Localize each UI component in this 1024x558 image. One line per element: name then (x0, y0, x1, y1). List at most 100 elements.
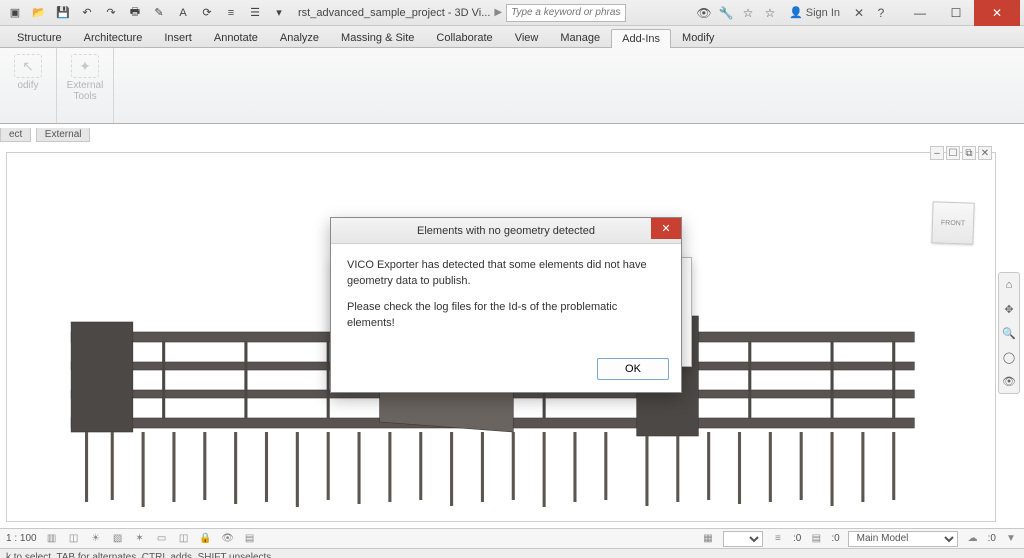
sign-in-label: Sign In (806, 7, 840, 19)
lock-icon[interactable]: 🔒 (199, 532, 213, 546)
tab-annotate[interactable]: Annotate (203, 28, 269, 47)
exchange-icon[interactable]: ✕ (850, 4, 868, 22)
star-icon[interactable]: ☆ (739, 4, 757, 22)
view-max-icon[interactable]: ☐ (946, 146, 960, 160)
external-tools-button[interactable]: ✦ External Tools (65, 52, 105, 102)
titlebar-right: 👁 🔧 ☆ ☆ 👤Sign In ✕ ? — ☐ ✕ (695, 0, 1024, 26)
quick-access-toolbar: ▣ 📂 💾 ↶ ↷ 🖶 ✎ A ⟳ ≡ ☰ ▾ (0, 3, 290, 23)
tab-architecture[interactable]: Architecture (73, 28, 154, 47)
app-menu-icon[interactable]: ▣ (4, 3, 26, 23)
visual-style-icon[interactable]: ◫ (67, 532, 81, 546)
message-dialog: Elements with no geometry detected ✕ VIC… (330, 217, 682, 393)
binoculars-icon[interactable]: 👁 (695, 4, 713, 22)
ribbon-tabs: Structure Architecture Insert Annotate A… (0, 26, 1024, 48)
external-tools-label: External Tools (67, 80, 104, 102)
tab-modify[interactable]: Modify (671, 28, 725, 47)
help-icon[interactable]: ? (872, 4, 890, 22)
ribbon-group-modify: ↖ odify (0, 48, 57, 123)
view-cascade-icon[interactable]: ⧉ (962, 146, 976, 160)
tab-view[interactable]: View (504, 28, 550, 47)
panel-label-select: ect (0, 128, 31, 142)
external-tools-icon: ✦ (71, 54, 99, 78)
qat-drop-icon[interactable]: ▾ (268, 3, 290, 23)
scale-label[interactable]: 1 : 100 (6, 533, 37, 544)
favorite-icon[interactable]: ☆ (761, 4, 779, 22)
tab-manage[interactable]: Manage (549, 28, 611, 47)
user-icon: 👤 (789, 6, 803, 19)
view-control-bar: 1 : 100 ▥ ◫ ☀ ▧ ✶ ▭ ◫ 🔒 👁 ▤ ▦ ≡ :0 ▤ :0 … (0, 528, 1024, 548)
print-icon[interactable]: 🖶 (124, 3, 146, 23)
select-links-icon[interactable]: ▦ (701, 532, 715, 546)
home-icon[interactable]: ⌂ (1001, 277, 1017, 293)
sync-icon[interactable]: ⟳ (196, 3, 218, 23)
orbit-icon[interactable]: ◯ (1001, 349, 1017, 365)
filter-icon[interactable]: ≡ (771, 532, 785, 546)
tab-analyze[interactable]: Analyze (269, 28, 330, 47)
rendering-icon[interactable]: ✶ (133, 532, 147, 546)
tab-collaborate[interactable]: Collaborate (425, 28, 503, 47)
status-bar: k to select, TAB for alternates, CTRL ad… (0, 548, 1024, 558)
view-min-icon[interactable]: – (930, 146, 944, 160)
filter2-icon[interactable]: ▼ (1004, 532, 1018, 546)
temp-hide-icon[interactable]: ▤ (243, 532, 257, 546)
ribbon-group-external: ✦ External Tools (57, 48, 114, 123)
search-input[interactable] (506, 4, 626, 22)
crop-icon[interactable]: ▭ (155, 532, 169, 546)
text-icon[interactable]: A (172, 3, 194, 23)
redo-icon[interactable]: ↷ (100, 3, 122, 23)
modify-button[interactable]: ↖ odify (8, 52, 48, 91)
exclude-icon[interactable]: ▤ (809, 532, 823, 546)
dialog-titlebar[interactable]: Elements with no geometry detected ✕ (331, 218, 681, 244)
main-model-combo[interactable]: Main Model (848, 531, 958, 547)
view-frame-controls: – ☐ ⧉ ✕ (930, 146, 992, 160)
modify-icon: ↖ (14, 54, 42, 78)
count-1: :0 (793, 533, 801, 544)
look-icon[interactable]: 👁 (1001, 373, 1017, 389)
close-button[interactable]: ✕ (974, 0, 1020, 26)
sun-path-icon[interactable]: ☀ (89, 532, 103, 546)
measure-icon[interactable]: ✎ (148, 3, 170, 23)
pan-icon[interactable]: ✥ (1001, 301, 1017, 317)
window-controls: — ☐ ✕ (902, 0, 1020, 26)
shadows-icon[interactable]: ▧ (111, 532, 125, 546)
dialog-close-button[interactable]: ✕ (651, 218, 681, 239)
undo-icon[interactable]: ↶ (76, 3, 98, 23)
titlebar: ▣ 📂 💾 ↶ ↷ 🖶 ✎ A ⟳ ≡ ☰ ▾ rst_advanced_sam… (0, 0, 1024, 26)
tab-add-ins[interactable]: Add-Ins (611, 29, 671, 48)
worksets-combo[interactable] (723, 531, 763, 547)
detail-level-icon[interactable]: ▥ (45, 532, 59, 546)
dialog-message-1: VICO Exporter has detected that some ele… (347, 258, 665, 290)
save-icon[interactable]: 💾 (52, 3, 74, 23)
sign-in-button[interactable]: 👤Sign In (783, 6, 846, 19)
maximize-button[interactable]: ☐ (938, 0, 974, 26)
viewcube[interactable]: FRONT (931, 201, 974, 244)
view-close-icon[interactable]: ✕ (978, 146, 992, 160)
tab-insert[interactable]: Insert (153, 28, 203, 47)
list-icon[interactable]: ☰ (244, 3, 266, 23)
ribbon-panel: ↖ odify ✦ External Tools (0, 48, 1024, 124)
ribbon-panel-labels: ect External (0, 124, 1024, 142)
count-2: :0 (831, 533, 839, 544)
tab-massing-site[interactable]: Massing & Site (330, 28, 425, 47)
tab-structure[interactable]: Structure (6, 28, 73, 47)
viewport[interactable]: – ☐ ⧉ ✕ FRONT ⌂ ✥ 🔍 ◯ 👁 (0, 142, 1024, 528)
window-title: rst_advanced_sample_project - 3D Vi... (298, 7, 490, 19)
key-icon[interactable]: 🔧 (717, 4, 735, 22)
crop-region-icon[interactable]: ◫ (177, 532, 191, 546)
ok-button[interactable]: OK (597, 358, 669, 380)
panel-label-external: External (36, 128, 91, 142)
dialog-body: VICO Exporter has detected that some ele… (331, 244, 681, 352)
minimize-button[interactable]: — (902, 0, 938, 26)
zoom-icon[interactable]: 🔍 (1001, 325, 1017, 341)
align-icon[interactable]: ≡ (220, 3, 242, 23)
navigation-bar: ⌂ ✥ 🔍 ◯ 👁 (998, 272, 1020, 394)
dialog-buttons: OK (331, 352, 681, 392)
dialog-message-2: Please check the log files for the Id-s … (347, 300, 665, 332)
count-3: :0 (988, 533, 996, 544)
open-icon[interactable]: 📂 (28, 3, 50, 23)
cloud-icon[interactable]: ☁ (966, 532, 980, 546)
dialog-title: Elements with no geometry detected (417, 225, 595, 237)
viewcube-label: FRONT (941, 219, 965, 227)
reveal-icon[interactable]: 👁 (221, 532, 235, 546)
modify-label: odify (17, 80, 38, 91)
